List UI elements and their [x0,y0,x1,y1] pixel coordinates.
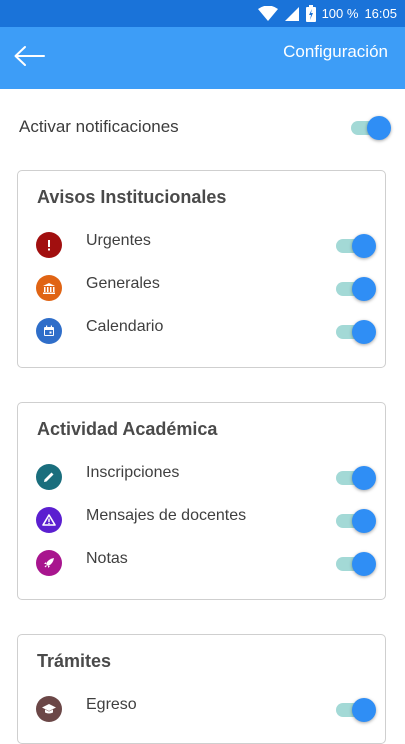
activate-notifications-toggle[interactable] [351,115,391,141]
section-card-avisos-institucionales: Avisos Institucionales Urgentes Generale… [17,170,386,368]
list-item-inscripciones[interactable]: Inscripciones [18,460,385,496]
item-label: Egreso [86,696,137,713]
list-item-calendario[interactable]: Calendario [18,314,385,350]
wifi-icon [257,5,278,22]
mensajes-de-docentes-toggle[interactable] [336,508,376,534]
switch-thumb [352,234,376,258]
item-label: Inscripciones [86,464,180,481]
calendar-icon [36,318,62,344]
app-bar: Configuración [0,27,405,89]
switch-thumb [352,320,376,344]
list-item-notas[interactable]: Notas [18,546,385,582]
item-label: Calendario [86,318,164,335]
section-card-tramites: Trámites Egreso [17,634,386,744]
signal-icon [284,6,300,22]
switch-thumb [352,466,376,490]
calendario-toggle[interactable] [336,319,376,345]
list-item-egreso[interactable]: Egreso [18,692,385,728]
switch-thumb [352,277,376,301]
section-title: Avisos Institucionales [37,187,227,207]
back-button[interactable] [10,39,48,77]
list-item-generales[interactable]: Generales [18,271,385,307]
arrow-left-icon [13,45,45,72]
list-item-mensajes-de-docentes[interactable]: Mensajes de docentes [18,503,385,539]
clock: 16:05 [364,6,397,21]
activate-notifications-label: Activar notificaciones [19,117,179,136]
item-label: Mensajes de docentes [86,507,247,524]
urgentes-toggle[interactable] [336,233,376,259]
notas-toggle[interactable] [336,551,376,577]
status-bar: 100 % 16:05 [0,0,405,27]
item-label: Urgentes [86,232,151,249]
institution-icon [36,275,62,301]
list-item-urgentes[interactable]: Urgentes [18,228,385,264]
activate-notifications-row: Activar notificaciones [0,110,405,146]
switch-thumb [367,116,391,140]
switch-thumb [352,698,376,722]
page-title: Configuración [283,42,388,61]
exclamation-icon [36,232,62,258]
item-label: Generales [86,275,160,292]
switch-thumb [352,509,376,533]
section-title: Actividad Académica [37,419,218,439]
warning-triangle-icon [36,507,62,533]
graduation-cap-icon [36,696,62,722]
item-label: Notas [86,550,128,567]
generales-toggle[interactable] [336,276,376,302]
inscripciones-toggle[interactable] [336,465,376,491]
section-title: Trámites [37,651,112,671]
battery-icon [305,5,316,22]
switch-thumb [352,552,376,576]
rocket-icon [36,550,62,576]
pencil-icon [36,464,62,490]
egreso-toggle[interactable] [336,697,376,723]
battery-percent: 100 % [321,6,359,21]
section-card-actividad-academica: Actividad Académica Inscripciones Mensaj… [17,402,386,600]
